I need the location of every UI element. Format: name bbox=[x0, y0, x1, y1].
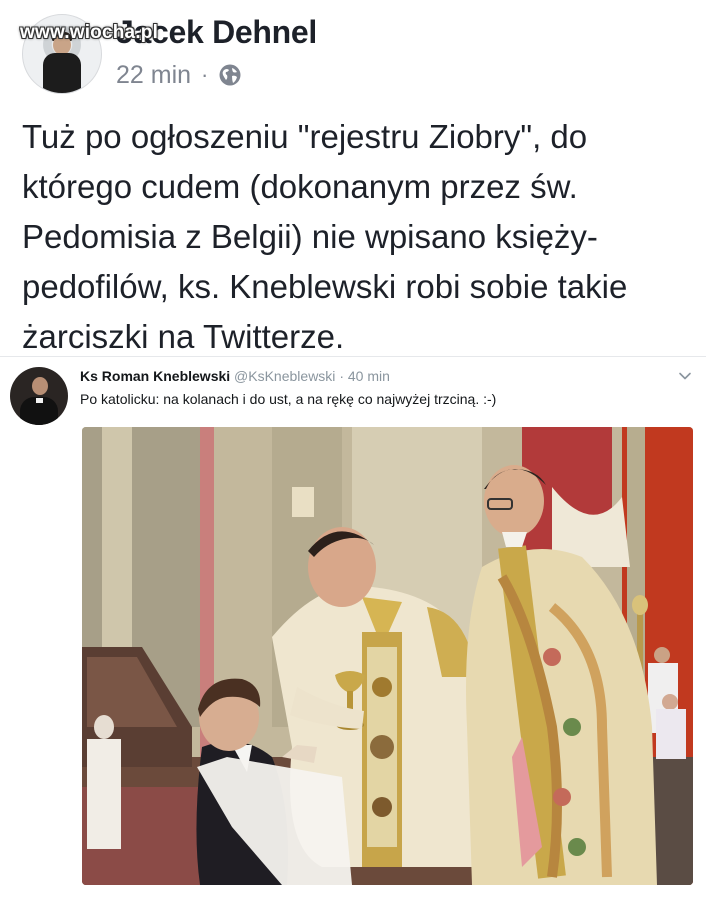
post-text: Tuż po ogłoszeniu "rejestru Ziobry", do … bbox=[22, 118, 628, 355]
tweet-handle[interactable]: @KsKneblewski bbox=[234, 368, 335, 384]
chevron-down-icon[interactable] bbox=[678, 369, 692, 383]
globe-icon[interactable] bbox=[218, 63, 242, 87]
tweet-text: Po katolicku: na kolanach i do ust, a na… bbox=[80, 391, 497, 407]
post-header: www.wiocha.pl Jacek Dehnel 22 min · bbox=[20, 14, 700, 94]
tweet-time[interactable]: 40 min bbox=[348, 368, 390, 384]
tweet-separator: · bbox=[339, 368, 344, 384]
watermark: www.wiocha.pl bbox=[20, 22, 159, 43]
tweet-author-name[interactable]: Ks Roman Kneblewski bbox=[80, 368, 230, 384]
meta-separator: · bbox=[201, 62, 209, 87]
post-time[interactable]: 22 min bbox=[116, 61, 191, 90]
post-meta: 22 min · bbox=[116, 60, 242, 90]
tweet-header: Ks Roman Kneblewski @KsKneblewski · 40 m… bbox=[80, 368, 390, 386]
tweet-author-avatar[interactable] bbox=[10, 367, 68, 425]
tweet-photo[interactable] bbox=[82, 427, 693, 885]
screenshot-page: www.wiocha.pl Jacek Dehnel 22 min · Tuż … bbox=[0, 0, 706, 900]
embedded-tweet: Ks Roman Kneblewski @KsKneblewski · 40 m… bbox=[0, 357, 706, 900]
church-scene-illustration bbox=[82, 427, 693, 885]
